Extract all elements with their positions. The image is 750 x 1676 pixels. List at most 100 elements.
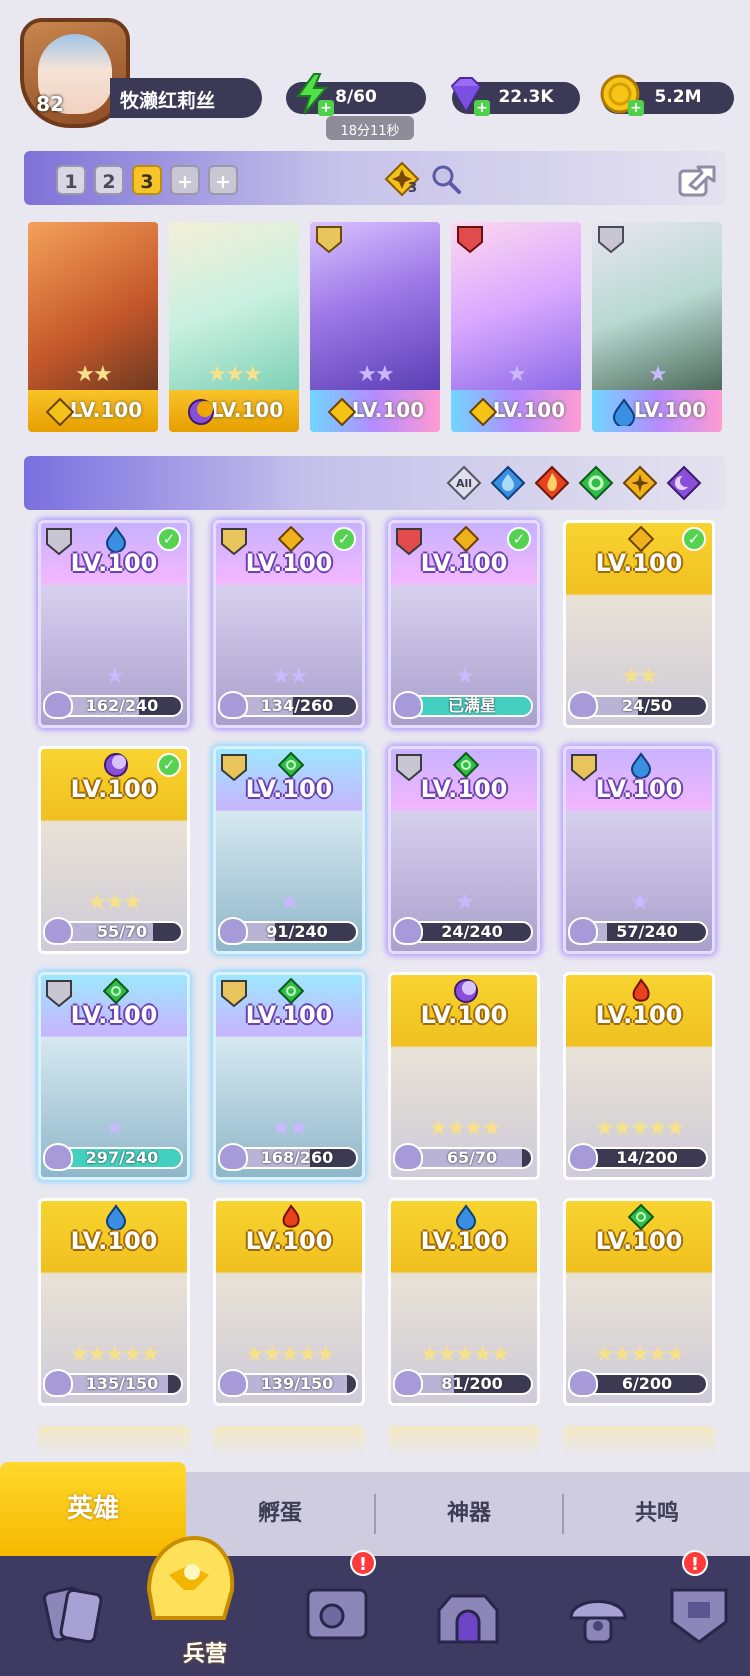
hero-level: LV.100 (420, 1001, 508, 1029)
hero-card[interactable]: ✓ LV.100 ★ 162/240 (38, 520, 190, 728)
hero-card[interactable]: LV.100 ★ 297/240 (38, 972, 190, 1180)
hero-level: LV.100 (420, 1227, 508, 1255)
hero-shard-icon (568, 917, 598, 945)
water-filter-icon[interactable] (490, 465, 526, 501)
hero-card[interactable]: LV.100 ★★★★★ 14/200 (563, 972, 715, 1180)
hero-stars: ★★★★ (428, 1116, 502, 1141)
filter-all-button[interactable]: All (446, 465, 482, 501)
nav-barracks-label: 兵营 (182, 1642, 227, 1667)
in-team-check-icon: ✓ (332, 527, 356, 551)
hero-stars: ★★★★★ (244, 1342, 336, 1367)
in-team-check-icon: ✓ (157, 527, 181, 551)
team-heroes-row: ★★ LV.100 ★★★ LV.100 ★★ LV.100 ★ LV.100 … (28, 222, 722, 432)
hero-stars: ★★ (271, 1116, 308, 1141)
hero-shard-icon (218, 917, 248, 945)
light-element-icon (469, 398, 497, 426)
team-selector-bar: 1 2 3 + + 3 (24, 151, 726, 205)
next-row-peek (213, 1426, 365, 1456)
hero-card[interactable]: ✓ LV.100 ★★ 134/260 (213, 520, 365, 728)
coin-add-icon[interactable]: + (628, 100, 644, 116)
team-hero-card-5[interactable]: ★ LV.100 (592, 222, 722, 432)
team-tab-3[interactable]: 3 (132, 165, 162, 195)
hero-shard-icon (218, 1143, 248, 1171)
hero-stars: ★ (105, 1116, 125, 1141)
team-hero-card-2[interactable]: ★★★ LV.100 (169, 222, 299, 432)
guild-alert-badge: ! (682, 1550, 708, 1576)
hero-level: LV.100 (245, 775, 333, 803)
team-hero-card-1[interactable]: ★★ LV.100 (28, 222, 158, 432)
next-row-peek (563, 1426, 715, 1456)
cards-icon (42, 1586, 103, 1644)
energy-value: 8/60 (335, 87, 377, 107)
nav-barracks[interactable]: 兵营 (130, 1520, 280, 1676)
hero-stars: ★★★★★ (594, 1342, 686, 1367)
nav-guild[interactable]: ! (620, 1550, 750, 1676)
hero-shard-icon (218, 1369, 248, 1397)
hero-shard-icon (43, 1369, 73, 1397)
hero-level: LV.100 (420, 775, 508, 803)
hero-stars: ★★ (271, 664, 308, 689)
hero-shard-icon (218, 691, 248, 719)
hero-card[interactable]: LV.100 ★★★★ 65/70 (388, 972, 540, 1180)
hero-card[interactable]: ✓ LV.100 ★ 已满星 (388, 520, 540, 728)
nav-cards[interactable] (0, 1556, 150, 1676)
hero-card[interactable]: ✓ LV.100 ★★ 24/50 (563, 520, 715, 728)
hero-level: LV.100 (70, 549, 158, 577)
team-hero-card-4[interactable]: ★ LV.100 (451, 222, 581, 432)
water-element-icon (612, 398, 636, 426)
hero-card[interactable]: ✓ LV.100 ★★★ 55/70 (38, 746, 190, 954)
gem-add-icon[interactable]: + (474, 100, 490, 116)
top-bar: 82 牧濑红莉丝 8/60 + 18分11秒 22.3K + 5.2M + (0, 0, 750, 140)
hero-stars: ★ (280, 890, 300, 915)
share-icon[interactable] (676, 159, 716, 199)
nav-quests[interactable]: ! (262, 1550, 412, 1676)
hero-shard-icon (393, 1143, 423, 1171)
team-hero-card-3[interactable]: ★★ LV.100 (310, 222, 440, 432)
team-tab-2[interactable]: 2 (94, 165, 124, 195)
hero-card[interactable]: LV.100 ★ 91/240 (213, 746, 365, 954)
hero-card[interactable]: LV.100 ★★★★★ 81/200 (388, 1198, 540, 1406)
hero-stars: ★ (648, 362, 668, 387)
player-name[interactable]: 牧濑红莉丝 (110, 78, 262, 118)
rank-iii-badge-icon (316, 226, 342, 254)
hero-card[interactable]: LV.100 ★★★★★ 135/150 (38, 1198, 190, 1406)
hero-shard-icon (43, 1143, 73, 1171)
hero-shard-icon (393, 917, 423, 945)
team-add-button-1[interactable]: + (170, 165, 200, 195)
team-add-button-2[interactable]: + (208, 165, 238, 195)
tab-resonance[interactable]: 共鸣 (564, 1472, 750, 1556)
rank-iv-badge-icon (457, 226, 483, 254)
hero-card[interactable]: LV.100 ★ 57/240 (563, 746, 715, 954)
hero-stars: ★ (105, 664, 125, 689)
hero-level: LV.100 (420, 549, 508, 577)
nav-dungeon[interactable] (393, 1556, 543, 1676)
hero-stars: ★★★★★ (69, 1342, 161, 1367)
hero-stars: ★★ (357, 362, 394, 387)
hero-stars: ★ (455, 890, 475, 915)
element-filter-bar: All (24, 456, 726, 510)
hero-shard-icon (568, 1143, 598, 1171)
hero-card[interactable]: LV.100 ★★★★★ 6/200 (563, 1198, 715, 1406)
hero-shard-icon (393, 1369, 423, 1397)
hero-level: LV.100 (595, 1227, 683, 1255)
hero-stars: ★★★ (87, 890, 142, 915)
fire-filter-icon[interactable] (534, 465, 570, 501)
tab-artifact[interactable]: 神器 (376, 1472, 562, 1556)
hero-shard-icon (568, 691, 598, 719)
formation-count: 3 (408, 181, 418, 196)
wind-filter-icon[interactable] (578, 465, 614, 501)
hero-card[interactable]: LV.100 ★ 24/240 (388, 746, 540, 954)
energy-add-icon[interactable]: + (318, 100, 334, 116)
hero-stars: ★★ (75, 362, 112, 387)
team-tab-1[interactable]: 1 (56, 165, 86, 195)
hero-card[interactable]: LV.100 ★★★★★ 139/150 (213, 1198, 365, 1406)
hero-card[interactable]: LV.100 ★★ 168/260 (213, 972, 365, 1180)
hero-level: LV.100 (70, 1001, 158, 1029)
filter-all-label: All (456, 477, 472, 490)
search-icon[interactable] (428, 161, 464, 197)
map-book-icon (306, 1588, 368, 1640)
light-filter-icon[interactable] (622, 465, 658, 501)
player-level: 82 (36, 92, 64, 116)
dark-filter-icon[interactable] (666, 465, 702, 501)
quests-alert-badge: ! (350, 1550, 376, 1576)
